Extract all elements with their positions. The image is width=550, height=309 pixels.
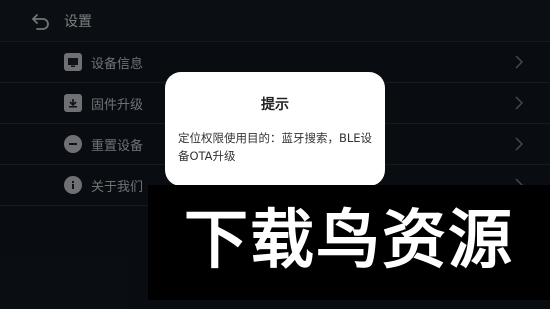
watermark-text: 下载鸟资源 — [184, 204, 514, 278]
dialog-message: 定位权限使用目的：蓝牙搜索，BLE设备OTA升级 — [178, 131, 373, 163]
permission-dialog: 提示 定位权限使用目的：蓝牙搜索，BLE设备OTA升级 — [165, 72, 385, 186]
dialog-title: 提示 — [261, 97, 289, 113]
